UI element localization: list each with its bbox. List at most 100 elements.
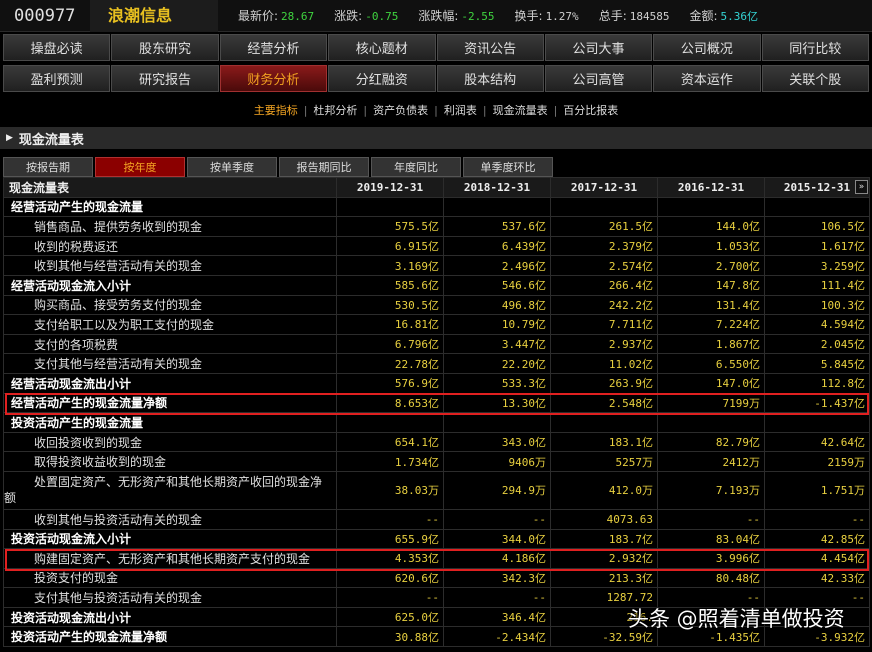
cell-value <box>764 412 870 433</box>
nav-button[interactable]: 公司高管 <box>544 65 653 92</box>
nav-button[interactable]: 资本运作 <box>653 65 761 92</box>
period-tab[interactable]: 报告期同比 <box>279 157 369 177</box>
cell-value: 2.045亿 <box>764 333 870 355</box>
quote-value: 5.36亿 <box>720 10 759 23</box>
cell-value <box>443 196 551 218</box>
cell-value: 183.1亿 <box>550 431 658 453</box>
cell-value: 42.33亿 <box>764 567 870 589</box>
subnav-link[interactable]: 主要指标 <box>248 102 304 118</box>
cell-value: 147.8亿 <box>657 274 765 296</box>
quote-value: -2.55 <box>461 10 495 23</box>
table-row: 经营活动现金流入小计 585.6亿 546.6亿 266.4亿 147.8亿 111.4亿 <box>3 274 870 296</box>
period-tab[interactable]: 按单季度 <box>187 157 277 177</box>
cell-value: 6.439亿 <box>443 235 551 257</box>
quote-label: 金额: <box>689 9 718 23</box>
cell-value: 2.496亿 <box>443 255 551 276</box>
cell-value: -2.434亿 <box>443 626 551 648</box>
quote-value: -0.75 <box>365 10 399 23</box>
cell-value: 183.7亿 <box>550 528 658 550</box>
section-title: 现金流量表 <box>18 132 84 148</box>
cell-value: 1.734亿 <box>336 451 444 472</box>
table-row: 投资活动产生的现金流量 <box>3 412 870 433</box>
expand-triangle-icon: ▶ <box>6 133 13 143</box>
date-column-header[interactable]: 2016-12-31 <box>657 177 765 198</box>
cell-value: 575.5亿 <box>336 216 444 237</box>
row-label: 投资活动产生的现金流量 <box>3 412 337 433</box>
section-header[interactable]: ▶ 现金流量表 <box>0 127 872 149</box>
cell-value <box>550 412 658 433</box>
nav-button[interactable]: 经营分析 <box>219 34 328 61</box>
period-tab[interactable]: 按报告期 <box>3 157 93 177</box>
subnav-link[interactable]: 利润表 <box>438 102 483 118</box>
nav-button[interactable]: 分红融资 <box>328 65 436 92</box>
nav-button[interactable]: 公司概况 <box>653 34 761 61</box>
nav-button[interactable]: 股东研究 <box>111 34 219 61</box>
quote-item: 涨跌幅: -2.55 <box>418 7 494 24</box>
period-tab[interactable]: 单季度环比 <box>463 157 553 177</box>
table-row: 购建固定资产、无形资产和其他长期资产支付的现金 4.353亿 4.186亿 2.932… <box>3 548 870 569</box>
cell-value: 7199万 <box>657 392 765 414</box>
quote-bar: 000977 浪潮信息 最新价: 28.67 涨跌: -0.75 涨跌幅: -2.55 换手… <box>0 0 872 32</box>
row-label: 支付其他与投资活动有关的现金 <box>3 587 337 608</box>
subnav-link[interactable]: 现金流量表 <box>487 102 554 118</box>
period-tab[interactable]: 按年度 <box>95 157 185 177</box>
cell-value: 625.0亿 <box>336 606 444 628</box>
date-column-header[interactable]: 2018-12-31 <box>443 177 551 198</box>
nav-button[interactable]: 研究报告 <box>111 65 219 92</box>
row-label: 支付的各项税费 <box>3 333 337 355</box>
cell-value: 30.88亿 <box>336 626 444 648</box>
subnav-link[interactable]: 百分比报表 <box>557 102 624 118</box>
table-row: 收到其他与投资活动有关的现金 -- -- 4073.63 -- -- <box>3 508 870 530</box>
cell-value: 13.30亿 <box>443 392 551 414</box>
nav-button[interactable]: 同行比较 <box>761 34 869 61</box>
cell-value: 131.4亿 <box>657 294 765 316</box>
nav-button[interactable]: 资讯公告 <box>436 34 544 61</box>
table-row: 经营活动现金流出小计 576.9亿 533.3亿 263.9亿 147.0亿 112.8亿 <box>3 372 870 394</box>
cell-value: 6.550亿 <box>657 353 765 374</box>
nav-button[interactable]: 股本结构 <box>436 65 544 92</box>
subnav-link[interactable]: 杜邦分析 <box>307 102 363 118</box>
quote-value: 1.27% <box>545 10 579 23</box>
row-label: 购买商品、接受劳务支付的现金 <box>3 294 337 316</box>
row-label: 购建固定资产、无形资产和其他长期资产支付的现金 <box>3 548 337 569</box>
nav-button[interactable]: 关联个股 <box>761 65 869 92</box>
cell-value: 213.3亿 <box>550 567 658 589</box>
cell-value: 3.169亿 <box>336 255 444 276</box>
cell-value: 80.48亿 <box>657 567 765 589</box>
nav-button[interactable]: 盈利预测 <box>3 65 111 92</box>
row-label: 处置固定资产、无形资产和其他长期资产收回的现金净额 <box>3 470 337 510</box>
table-row: 投资活动现金流入小计 655.9亿 344.0亿 183.7亿 83.04亿 42.85亿 <box>3 528 870 550</box>
table-row: 处置固定资产、无形资产和其他长期资产收回的现金净额 38.03万 294.9万 412… <box>3 470 870 510</box>
cell-value: 106.5亿 <box>764 216 870 237</box>
scroll-right-icon[interactable]: » <box>855 180 868 194</box>
date-column-header[interactable]: 2015-12-31 <box>764 177 870 198</box>
row-label: 经营活动现金流入小计 <box>3 274 337 296</box>
cell-value <box>336 196 444 218</box>
cell-value: 2.700亿 <box>657 255 765 276</box>
cell-value <box>764 196 870 218</box>
cell-value: 546.6亿 <box>443 274 551 296</box>
nav-button[interactable]: 核心题材 <box>328 34 436 61</box>
table-title-header: 现金流量表 <box>3 177 337 198</box>
nav-button[interactable]: 公司大事 <box>544 34 653 61</box>
cell-value: 585.6亿 <box>336 274 444 296</box>
cell-value: 4.186亿 <box>443 548 551 569</box>
cell-value: 343.0亿 <box>443 431 551 453</box>
table-row: 支付给职工以及为职工支付的现金 16.81亿 10.79亿 7.711亿 7.224亿 4… <box>3 314 870 335</box>
row-label: 收回投资收到的现金 <box>3 431 337 453</box>
subnav-link[interactable]: 资产负债表 <box>367 102 434 118</box>
stock-name: 浪潮信息 <box>90 0 218 32</box>
period-tab[interactable]: 年度同比 <box>371 157 461 177</box>
date-column-header[interactable]: 2019-12-31 <box>336 177 444 198</box>
cell-value: 2.937亿 <box>550 333 658 355</box>
cell-value: 2.548亿 <box>550 392 658 414</box>
date-column-header[interactable]: 2017-12-31 <box>550 177 658 198</box>
cell-value: 4.353亿 <box>336 548 444 569</box>
nav-button[interactable]: 操盘必读 <box>3 34 111 61</box>
cell-value: 83.04亿 <box>657 528 765 550</box>
nav-button[interactable]: 财务分析 <box>219 65 328 92</box>
cell-value: 16.81亿 <box>336 314 444 335</box>
cell-value: 4073.63 <box>550 508 658 530</box>
cell-value: 576.9亿 <box>336 372 444 394</box>
cell-value: 38.03万 <box>336 470 444 510</box>
